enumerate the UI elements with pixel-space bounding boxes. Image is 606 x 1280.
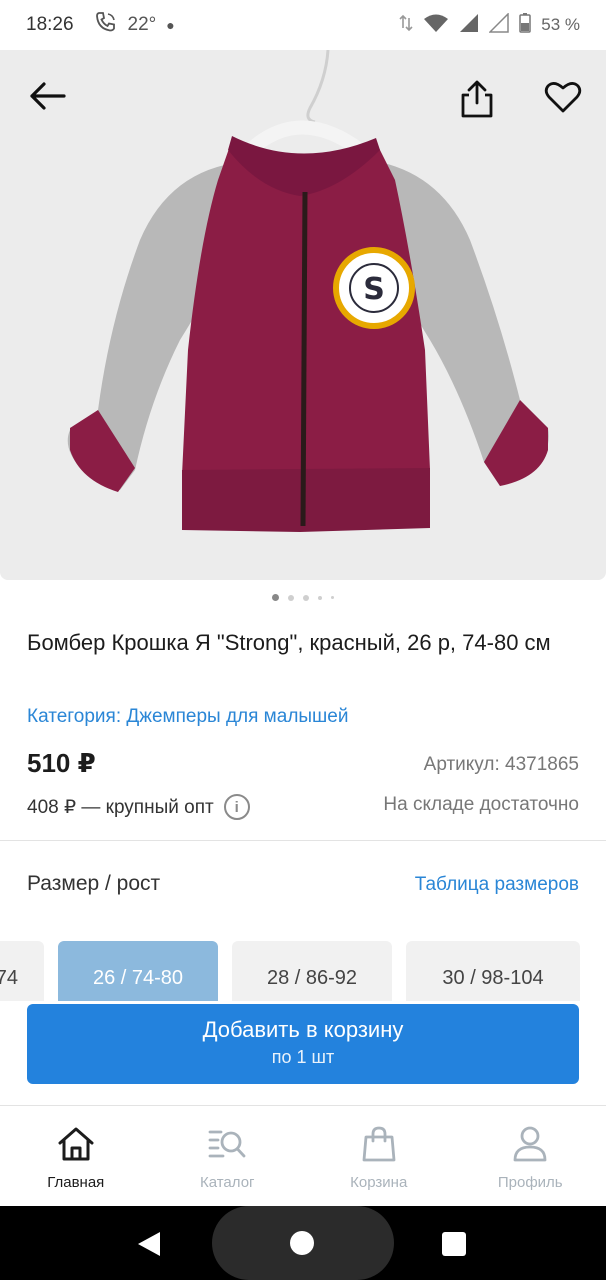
product-price: 510 ₽: [27, 748, 96, 778]
size-option-selected[interactable]: 26 / 74-80: [58, 941, 218, 1001]
tab-label: Каталог: [199, 1174, 255, 1191]
nav-recent-apps-icon[interactable]: [442, 1232, 466, 1256]
home-icon: [58, 1127, 94, 1161]
size-selector: 24 / 68-74 26 / 74-80 28 / 86-92 30 / 98…: [0, 941, 606, 1001]
tab-label: Корзина: [350, 1174, 408, 1191]
signal-icon: [459, 13, 479, 38]
tab-home[interactable]: Главная: [0, 1106, 152, 1206]
temperature: 22°: [127, 14, 157, 35]
battery-icon: [519, 12, 531, 38]
carousel-dot: [318, 595, 322, 600]
size-section-label: Размер / рост: [27, 872, 161, 895]
back-button[interactable]: [22, 74, 72, 118]
carousel-indicator: [0, 594, 606, 601]
nav-back-icon[interactable]: [136, 1230, 162, 1258]
bottom-tab-bar: Главная Каталог Корзина Профиль: [0, 1105, 606, 1206]
product-image-carousel[interactable]: S: [0, 50, 606, 580]
info-icon[interactable]: i: [223, 794, 250, 820]
product-image: S: [67, 50, 549, 532]
product-sku: Артикул: 4371865: [423, 754, 579, 775]
add-to-cart-button[interactable]: Добавить в корзину по 1 шт: [27, 1004, 579, 1084]
carousel-dot: [272, 594, 279, 601]
carousel-dot: [288, 594, 294, 601]
catalog-search-icon: [208, 1130, 246, 1158]
favorite-button[interactable]: [538, 72, 588, 122]
arrow-left-icon: [30, 82, 66, 110]
profile-icon: [513, 1126, 547, 1162]
data-arrows-icon: [399, 14, 413, 37]
tab-label: Профиль: [497, 1174, 563, 1191]
product-title: Бомбер Крошка Я "Strong", красный, 26 р,…: [27, 630, 551, 655]
tab-cart[interactable]: Корзина: [303, 1106, 455, 1206]
size-option[interactable]: 24 / 68-74: [0, 941, 44, 1001]
call-icon: [94, 11, 118, 39]
size-option[interactable]: 30 / 98-104: [406, 941, 580, 1001]
wholesale-price-text: 408 ₽ — крупный опт: [27, 796, 214, 818]
size-option[interactable]: 28 / 86-92: [232, 941, 392, 1001]
tab-profile[interactable]: Профиль: [455, 1106, 606, 1206]
shopping-bag-icon: [362, 1126, 396, 1162]
add-to-cart-label: Добавить в корзину: [202, 1017, 404, 1042]
category-link[interactable]: Категория: Джемперы для малышей: [27, 706, 348, 728]
heart-icon: [544, 82, 582, 113]
add-to-cart-quantity: по 1 шт: [271, 1047, 335, 1067]
battery-level: 53 %: [541, 15, 580, 34]
status-bar: 18:26 22° ● 53 %: [0, 0, 606, 50]
tab-label: Главная: [47, 1174, 105, 1191]
size-table-link[interactable]: Таблица размеров: [415, 874, 579, 896]
divider: [0, 840, 606, 841]
status-time: 18:26: [26, 14, 74, 35]
nav-home-icon[interactable]: [290, 1231, 314, 1255]
carousel-dot: [331, 596, 334, 599]
system-navigation-bar: [0, 1206, 606, 1280]
wholesale-price: 408 ₽ — крупный опт i: [27, 794, 250, 820]
wifi-icon: [423, 13, 449, 38]
stock-status: На складе достаточно: [383, 794, 579, 815]
notification-dot-icon: ●: [166, 17, 175, 33]
signal-empty-icon: [488, 11, 509, 38]
svg-text:S: S: [363, 272, 385, 307]
share-button[interactable]: [452, 74, 502, 124]
carousel-dot: [303, 594, 309, 601]
tab-catalog[interactable]: Каталог: [152, 1106, 304, 1206]
share-icon: [461, 80, 493, 118]
